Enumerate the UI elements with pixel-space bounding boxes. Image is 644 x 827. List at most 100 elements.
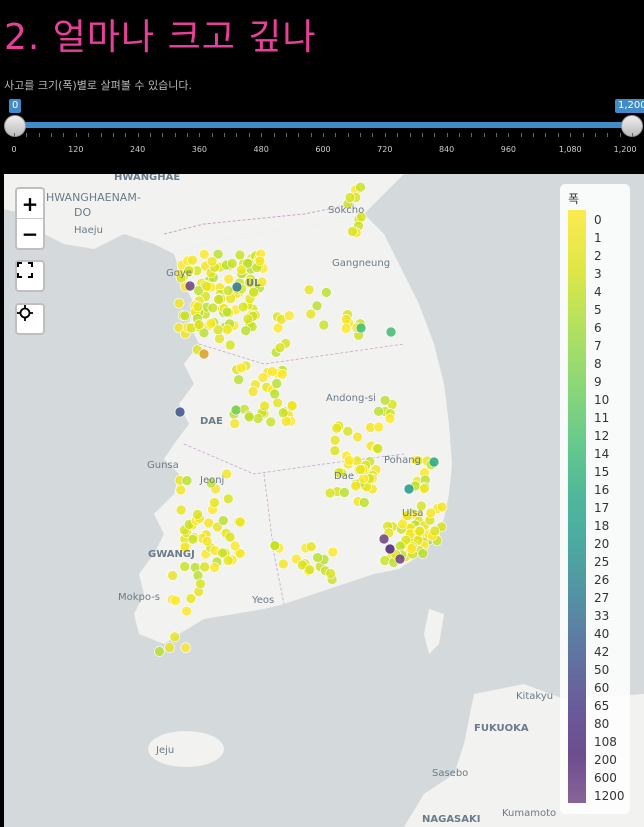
accident-marker[interactable] — [429, 525, 441, 537]
accident-marker[interactable] — [199, 561, 210, 573]
accident-marker[interactable] — [379, 395, 391, 406]
accident-marker[interactable] — [372, 443, 384, 454]
accident-marker[interactable] — [252, 413, 264, 424]
accident-marker[interactable] — [213, 294, 224, 305]
accident-marker[interactable] — [342, 425, 354, 437]
accident-marker[interactable] — [286, 400, 298, 411]
accident-marker[interactable] — [235, 516, 246, 528]
fullscreen-button[interactable] — [15, 260, 45, 292]
accident-marker[interactable] — [193, 319, 205, 330]
accident-marker[interactable] — [164, 642, 175, 653]
accident-marker[interactable] — [230, 404, 242, 416]
accident-marker[interactable] — [179, 561, 190, 572]
accident-marker[interactable] — [170, 595, 181, 606]
accident-marker[interactable] — [222, 555, 234, 566]
accident-marker[interactable] — [303, 284, 315, 296]
accident-marker[interactable] — [347, 226, 358, 237]
accident-marker[interactable] — [358, 497, 370, 508]
accident-marker[interactable] — [214, 333, 225, 344]
accident-marker[interactable] — [185, 593, 197, 604]
accident-marker[interactable] — [234, 249, 246, 261]
accident-marker[interactable] — [352, 431, 363, 443]
accident-marker[interactable] — [269, 388, 281, 400]
accident-marker[interactable] — [180, 642, 191, 654]
accident-marker[interactable] — [192, 509, 203, 520]
accident-marker[interactable] — [406, 543, 418, 554]
accident-marker[interactable] — [209, 497, 220, 508]
accident-marker[interactable] — [277, 558, 289, 570]
accident-marker[interactable] — [269, 540, 281, 551]
accident-marker[interactable] — [373, 421, 385, 433]
accident-marker[interactable] — [403, 483, 415, 495]
zoom-in-button[interactable]: + — [17, 189, 43, 219]
accident-marker[interactable] — [175, 504, 187, 516]
accident-marker[interactable] — [198, 348, 210, 360]
accident-marker[interactable] — [224, 531, 236, 543]
accident-marker[interactable] — [394, 553, 406, 565]
accident-marker[interactable] — [324, 487, 336, 499]
accident-marker[interactable] — [350, 480, 362, 492]
accident-marker[interactable] — [283, 310, 295, 321]
accident-marker[interactable] — [373, 406, 384, 417]
accident-marker[interactable] — [179, 310, 191, 322]
accident-marker[interactable] — [428, 456, 440, 468]
accident-marker[interactable] — [277, 407, 289, 419]
map-view[interactable]: HWANGHAE HWANGHAENAM- DO Haeju Goye UL S… — [4, 174, 644, 827]
accident-marker[interactable] — [225, 339, 236, 351]
accident-marker[interactable] — [340, 314, 352, 325]
accident-marker[interactable] — [378, 533, 390, 545]
accident-marker[interactable] — [198, 249, 210, 260]
accident-marker[interactable] — [223, 273, 234, 285]
accident-marker[interactable] — [243, 411, 255, 423]
accident-marker[interactable] — [384, 413, 396, 424]
accident-marker[interactable] — [259, 400, 270, 412]
accident-marker[interactable] — [304, 564, 315, 576]
accident-marker[interactable] — [175, 484, 187, 496]
accident-marker[interactable] — [187, 533, 199, 545]
accident-marker[interactable] — [355, 322, 367, 334]
accident-marker[interactable] — [207, 302, 219, 314]
accident-marker[interactable] — [414, 525, 426, 537]
accident-marker[interactable] — [425, 507, 437, 519]
accident-marker[interactable] — [385, 326, 397, 338]
accident-marker[interactable] — [231, 281, 243, 293]
accident-marker[interactable] — [187, 254, 198, 266]
accident-marker[interactable] — [227, 258, 238, 269]
accident-marker[interactable] — [181, 475, 193, 486]
accident-marker[interactable] — [201, 535, 213, 547]
accident-marker[interactable] — [237, 301, 249, 313]
accident-marker[interactable] — [221, 306, 233, 318]
accident-marker[interactable] — [206, 256, 218, 267]
accident-marker[interactable] — [318, 319, 330, 331]
accident-marker[interactable] — [305, 308, 317, 320]
locate-button[interactable] — [15, 303, 45, 335]
accident-marker[interactable] — [384, 543, 396, 555]
accident-marker[interactable] — [240, 325, 251, 336]
map-canvas[interactable] — [4, 174, 644, 827]
accident-marker[interactable] — [192, 301, 204, 313]
accident-marker[interactable] — [355, 464, 366, 475]
accident-marker[interactable] — [355, 181, 366, 193]
accident-marker[interactable] — [242, 313, 254, 325]
accident-marker[interactable] — [344, 192, 356, 203]
accident-marker[interactable] — [236, 362, 247, 374]
accident-marker[interactable] — [272, 322, 284, 334]
accident-marker[interactable] — [254, 255, 266, 267]
accident-marker[interactable] — [327, 546, 339, 558]
accident-marker[interactable] — [265, 416, 277, 428]
slider-track[interactable] — [14, 122, 632, 128]
accident-marker[interactable] — [329, 445, 341, 457]
accident-marker[interactable] — [274, 342, 286, 353]
accident-marker[interactable] — [257, 372, 269, 383]
accident-marker[interactable] — [169, 631, 180, 643]
accident-marker[interactable] — [311, 300, 323, 312]
accident-marker[interactable] — [233, 374, 244, 385]
accident-marker[interactable] — [340, 323, 352, 334]
accident-marker[interactable] — [218, 515, 229, 526]
accident-marker[interactable] — [201, 281, 213, 292]
accident-marker[interactable] — [195, 578, 206, 590]
accident-marker[interactable] — [339, 487, 350, 498]
accident-marker[interactable] — [321, 287, 332, 298]
accident-marker[interactable] — [229, 418, 240, 429]
accident-marker[interactable] — [329, 434, 341, 446]
